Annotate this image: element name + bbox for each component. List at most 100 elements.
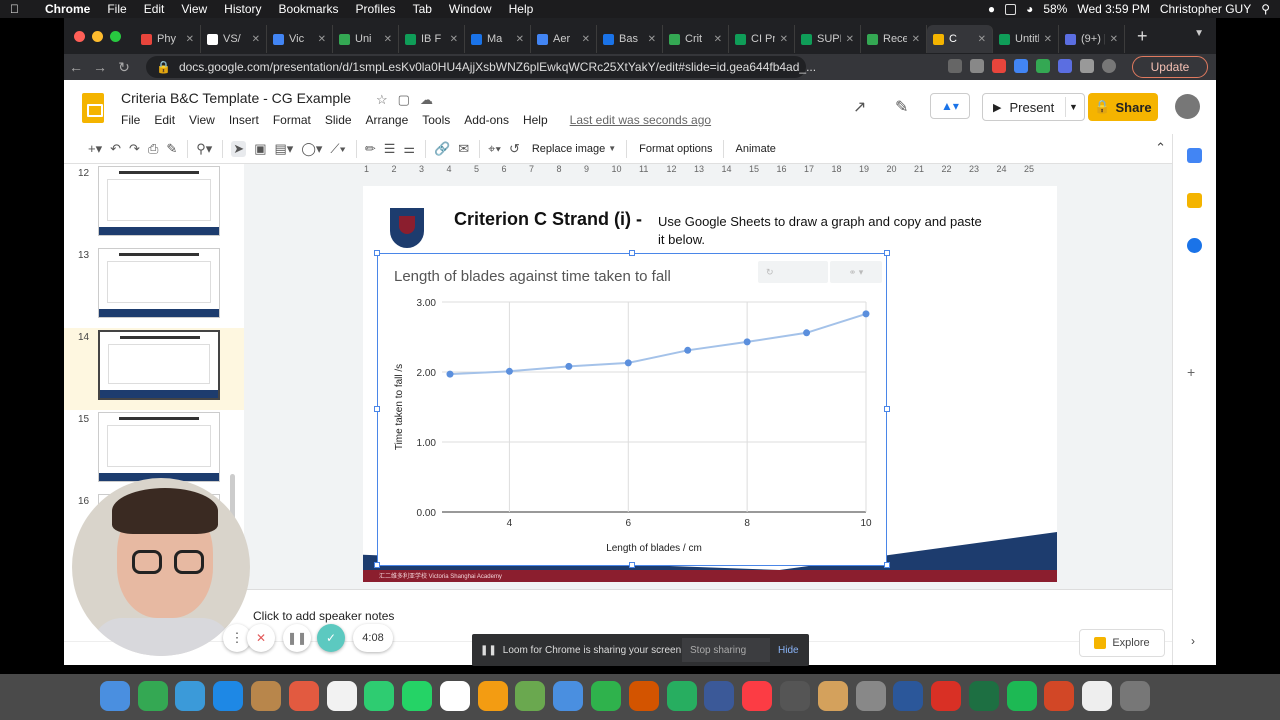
border-weight-icon[interactable]: ☰: [384, 141, 396, 157]
browser-tab[interactable]: VS/ ✕: [201, 25, 267, 53]
slide-thumbnail[interactable]: 13: [64, 246, 244, 328]
close-tab-icon[interactable]: ✕: [912, 34, 920, 45]
mic-icon[interactable]: ●: [988, 2, 995, 16]
extension-icon[interactable]: [992, 59, 1006, 73]
close-tab-icon[interactable]: ✕: [714, 34, 722, 45]
back-icon[interactable]: ←: [64, 59, 88, 75]
dock-app-icon[interactable]: [364, 681, 395, 711]
extension-icon[interactable]: [1014, 59, 1028, 73]
update-button[interactable]: Update: [1132, 56, 1208, 78]
browser-tab[interactable]: Vic ✕: [267, 25, 333, 53]
resize-handle[interactable]: [884, 250, 890, 256]
menu-view[interactable]: View: [189, 113, 215, 127]
browser-tab[interactable]: CI Prac ✕: [729, 25, 795, 53]
browser-tab[interactable]: (9+) | ✕: [1059, 25, 1125, 53]
meet-present-icon[interactable]: ▲▾: [930, 93, 970, 119]
dock-app-icon[interactable]: [477, 681, 508, 711]
dock-app-icon[interactable]: [666, 681, 697, 711]
browser-tab[interactable]: Phy ✕: [135, 25, 201, 53]
slide[interactable]: Criterion C Strand (i) - Use Google Shee…: [363, 186, 1057, 582]
share-button[interactable]: 🔒 Share: [1088, 93, 1158, 121]
last-edit-link[interactable]: Last edit was seconds ago: [570, 113, 711, 127]
browser-tab[interactable]: Aer ✕: [531, 25, 597, 53]
dock-app-icon[interactable]: [326, 681, 357, 711]
dock-app-icon[interactable]: [591, 681, 622, 711]
activity-trend-icon[interactable]: ↗: [853, 97, 866, 117]
dock-app-icon[interactable]: [137, 681, 168, 711]
close-tab-icon[interactable]: ✕: [1110, 34, 1118, 45]
present-button[interactable]: ▶ Present ▼: [982, 93, 1085, 121]
menu-slide[interactable]: Slide: [325, 113, 352, 127]
close-tab-icon[interactable]: ✕: [846, 34, 854, 45]
redo-icon[interactable]: ↷: [129, 141, 140, 157]
expand-panel-icon[interactable]: ›: [1191, 634, 1195, 648]
close-tab-icon[interactable]: ✕: [648, 34, 656, 45]
browser-tab[interactable]: C ✕: [927, 25, 993, 53]
menu-tools[interactable]: Tools: [422, 113, 450, 127]
cloud-status-icon[interactable]: ☁: [420, 92, 433, 108]
star-icon[interactable]: [970, 59, 984, 73]
puzzle-icon[interactable]: [1080, 59, 1094, 73]
camera-icon[interactable]: [948, 59, 962, 73]
close-tab-icon[interactable]: ✕: [384, 34, 392, 45]
menu-file[interactable]: File: [121, 113, 140, 127]
replace-image-button[interactable]: Replace image: [532, 143, 605, 155]
shape-icon[interactable]: ◯▾: [301, 141, 322, 157]
dock-app-icon[interactable]: [628, 681, 659, 711]
dock-app-icon[interactable]: [855, 681, 886, 711]
new-slide-icon[interactable]: +▾: [88, 141, 102, 157]
dock-app-icon[interactable]: [1082, 681, 1113, 711]
comments-icon[interactable]: ✎: [895, 97, 908, 117]
resize-handle[interactable]: [884, 562, 890, 568]
browser-tab[interactable]: Bas ✕: [597, 25, 663, 53]
pause-recording-icon[interactable]: ❚❚: [283, 624, 311, 652]
zoom-icon[interactable]: ⚲▾: [196, 141, 212, 157]
menu-insert[interactable]: Insert: [229, 113, 259, 127]
close-window-icon[interactable]: [74, 30, 85, 42]
close-tab-icon[interactable]: ✕: [318, 34, 326, 45]
close-tab-icon[interactable]: ✕: [978, 34, 986, 45]
slide-thumbnail[interactable]: 12: [64, 164, 244, 246]
minimize-window-icon[interactable]: [92, 30, 103, 42]
menubar-tab[interactable]: Tab: [413, 2, 432, 16]
clock[interactable]: Wed 3:59 PM: [1077, 2, 1149, 16]
collapse-toolbar-icon[interactable]: ⌃: [1155, 140, 1166, 156]
browser-tab[interactable]: Uni ✕: [333, 25, 399, 53]
slide-subtitle[interactable]: Use Google Sheets to draw a graph and co…: [658, 213, 988, 249]
paint-format-icon[interactable]: ✎: [166, 141, 177, 157]
close-tab-icon[interactable]: ✕: [516, 34, 524, 45]
dock-app-icon[interactable]: [99, 681, 130, 711]
text-box-icon[interactable]: ▣: [254, 141, 266, 157]
zoom-window-icon[interactable]: [110, 30, 121, 42]
close-tab-icon[interactable]: ✕: [780, 34, 788, 45]
slide-thumbnail[interactable]: 14: [64, 328, 244, 410]
reload-icon[interactable]: ↻: [112, 59, 136, 76]
menubar-view[interactable]: View: [181, 2, 207, 16]
wifi-icon[interactable]: ◕: [1026, 2, 1033, 16]
browser-tab[interactable]: Untitle ✕: [993, 25, 1059, 53]
explore-button[interactable]: Explore: [1079, 629, 1165, 657]
apple-icon[interactable]: : [10, 2, 19, 16]
new-tab-icon[interactable]: +: [1137, 26, 1148, 47]
border-color-icon[interactable]: ✏: [365, 141, 376, 157]
embedded-chart[interactable]: Length of blades against time taken to f…: [374, 250, 890, 568]
menubar-bookmarks[interactable]: Bookmarks: [279, 2, 339, 16]
tasks-icon[interactable]: [1187, 238, 1202, 253]
crop-icon[interactable]: ⌖▾: [488, 141, 501, 157]
print-icon[interactable]: ⎙: [148, 141, 158, 157]
format-options-button[interactable]: Format options: [639, 143, 712, 155]
battery-percent[interactable]: 58%: [1043, 2, 1067, 16]
menu-edit[interactable]: Edit: [154, 113, 175, 127]
dock-app-icon[interactable]: [553, 681, 584, 711]
close-tab-icon[interactable]: ✕: [450, 34, 458, 45]
menu-help[interactable]: Help: [523, 113, 548, 127]
dock-app-icon[interactable]: [402, 681, 433, 711]
browser-tab[interactable]: Ma ✕: [465, 25, 531, 53]
menubar-app-name[interactable]: Chrome: [45, 2, 90, 16]
dock-app-icon[interactable]: [1006, 681, 1037, 711]
dock-app-icon[interactable]: [817, 681, 848, 711]
browser-tab[interactable]: IB F ✕: [399, 25, 465, 53]
insert-link-icon[interactable]: 🔗: [434, 141, 450, 157]
dock-app-icon[interactable]: [1119, 681, 1150, 711]
slides-logo-icon[interactable]: [82, 93, 104, 123]
